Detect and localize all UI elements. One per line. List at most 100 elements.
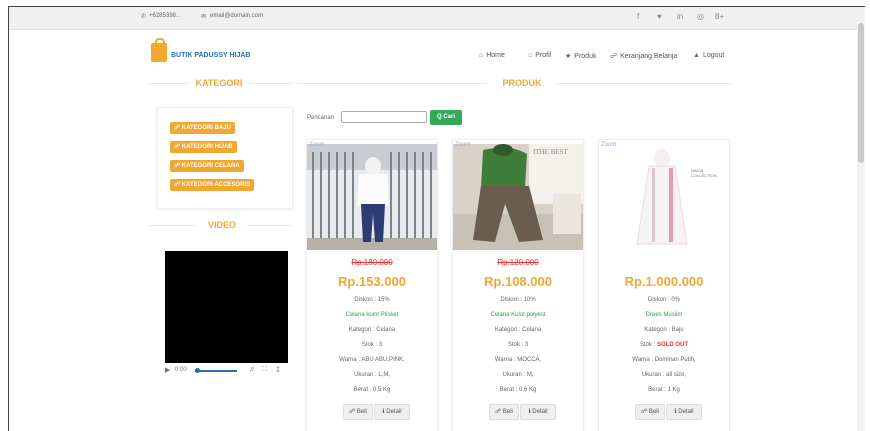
- shopping-bag-logo-icon[interactable]: [151, 38, 167, 62]
- nav-home[interactable]: ⌂ Home: [479, 52, 505, 59]
- color: Warna : Dominan Putih,: [632, 357, 696, 363]
- instagram-icon[interactable]: ◎: [697, 12, 704, 21]
- category: Kategori : Celana: [494, 327, 542, 333]
- stock: Stok : 3: [507, 342, 529, 348]
- zoom-link[interactable]: Zoom: [455, 142, 470, 148]
- old-price: Rp.120.000: [497, 258, 539, 267]
- price: Rp.153.000: [338, 274, 406, 289]
- googleplus-icon[interactable]: 8+: [715, 12, 724, 21]
- profile-icon: ⌂: [528, 52, 533, 59]
- detail-button[interactable]: ℹ Detail: [520, 404, 556, 420]
- svg-text:COLLECTION: COLLECTION: [691, 173, 717, 178]
- buy-button[interactable]: ☍ Beli: [635, 404, 665, 420]
- divider: [149, 83, 189, 84]
- category-celana-button[interactable]: ☍ KATEGORI CELANA: [170, 160, 244, 172]
- cart-icon: ☍: [641, 409, 649, 415]
- top-bar: ✆ +6285398... ✉ email@domain.com f ♥ in …: [9, 7, 865, 30]
- zoom-link[interactable]: Zoom: [601, 142, 616, 148]
- category-hijab-button[interactable]: ☍ KATEGORI HIJAB: [170, 141, 237, 153]
- cart-icon: ☍: [174, 125, 182, 131]
- produk-title: PRODUK: [502, 78, 542, 88]
- search-input[interactable]: [341, 111, 427, 123]
- product-card: ITHE BEST Zoom Rp.120.000 Rp.108.000 Dis…: [452, 139, 584, 431]
- product-card: NADIA COLLECTION Zoom Rp.1.000.000 Disko…: [598, 139, 730, 431]
- play-icon[interactable]: ▶: [165, 366, 170, 374]
- linkedin-icon[interactable]: in: [677, 12, 683, 21]
- detail-button[interactable]: ℹ Detail: [666, 404, 702, 420]
- star-icon: ★: [565, 53, 572, 60]
- download-icon[interactable]: ↧: [275, 366, 281, 374]
- buy-button[interactable]: ☍ Beli: [343, 404, 373, 420]
- zoom-link[interactable]: Zoom: [309, 142, 324, 148]
- color: Warna : MOCCA,: [494, 357, 542, 363]
- progress-handle[interactable]: [195, 368, 200, 373]
- video-controls: ▶ 0:00 ♬ ⛶ ↧: [165, 363, 288, 377]
- cart-icon: ☍: [349, 409, 357, 415]
- cart-icon: ☍: [174, 163, 182, 169]
- search-label: Pencarian: [307, 115, 335, 121]
- cart-icon: ☍: [610, 53, 618, 60]
- detail-button[interactable]: ℹ Detail: [374, 404, 410, 420]
- size: Ukuran : M,: [502, 372, 534, 378]
- discount: Diskon : 10%: [500, 297, 536, 303]
- sold-out-label: SOLD OUT: [657, 342, 688, 348]
- nav-keranjang[interactable]: ☍ Keranjang Belanja: [610, 52, 677, 60]
- divider: [249, 83, 293, 84]
- product-image[interactable]: [307, 144, 437, 250]
- kategori-title: KATEGORI: [195, 78, 243, 88]
- svg-text:ITHE BEST: ITHE BEST: [533, 148, 569, 156]
- category-panel: ☍ KATEGORI BAJU ☍ KATEGORI HIJAB ☍ KATEG…: [157, 107, 293, 209]
- weight: Berat : 1 Kg: [648, 387, 680, 393]
- brand-name[interactable]: BUTIK PADUSSY HIJAB: [171, 52, 250, 59]
- price: Rp.1.000.000: [624, 274, 704, 289]
- category: Kategori : Baju: [644, 327, 684, 333]
- size: Ukuran : all size,: [641, 372, 687, 378]
- scrollbar-thumb[interactable]: [858, 23, 864, 163]
- product-image[interactable]: ITHE BEST: [453, 144, 583, 250]
- browser-viewport: ✆ +6285398... ✉ email@domain.com f ♥ in …: [8, 6, 865, 431]
- phone-icon: ✆: [141, 14, 147, 20]
- discount: Diskon : 15%: [354, 297, 390, 303]
- cart-icon: ☍: [495, 409, 503, 415]
- facebook-icon[interactable]: f: [637, 12, 639, 21]
- divider: [297, 83, 487, 84]
- volume-icon[interactable]: ♬: [249, 366, 256, 373]
- fullscreen-icon[interactable]: ⛶: [262, 366, 267, 374]
- discount: Diskon : 0%: [647, 297, 680, 303]
- product-image[interactable]: NADIA COLLECTION: [599, 144, 729, 250]
- stock: Stok : 3: [361, 342, 383, 348]
- price: Rp.108.000: [484, 274, 552, 289]
- home-icon: ⌂: [479, 52, 484, 59]
- product-card: Zoom Rp.180.000 Rp.153.000 Diskon : 15% …: [306, 139, 438, 431]
- category: Kategori : Celana: [348, 327, 396, 333]
- nav-profil[interactable]: ⌂ Profil: [528, 52, 551, 59]
- old-price: Rp.180.000: [351, 258, 393, 267]
- phone-number: +6285398...: [149, 13, 181, 19]
- progress-track[interactable]: [195, 370, 237, 372]
- product-name[interactable]: Celana Kulot polyest: [453, 312, 583, 318]
- weight: Berat : 0.5 Kg: [353, 387, 391, 393]
- video-player[interactable]: [165, 251, 288, 363]
- weight: Berat : 0.6 Kg: [499, 387, 537, 393]
- scrollbar[interactable]: [857, 13, 865, 431]
- category-accesoris-button[interactable]: ☍ KATEGORI ACCESORIS: [170, 179, 255, 191]
- buy-button[interactable]: ☍ Beli: [489, 404, 519, 420]
- twitter-icon[interactable]: ♥: [657, 12, 662, 21]
- cart-icon: ☍: [174, 182, 182, 188]
- size: Ukuran : L,M,: [353, 372, 390, 378]
- email-icon: ✉: [201, 14, 207, 20]
- divider: [247, 225, 293, 226]
- email-address: email@domain.com: [210, 13, 264, 19]
- search-button[interactable]: Q Cari: [430, 110, 462, 125]
- nav-produk[interactable]: ★ Produk: [565, 52, 596, 60]
- user-icon: ▲: [693, 52, 700, 59]
- video-title: VIDEO: [207, 220, 236, 230]
- product-name[interactable]: Drees Muslim: [599, 312, 729, 318]
- category-baju-button[interactable]: ☍ KATEGORI BAJU: [170, 122, 235, 134]
- nav-logout[interactable]: ▲ Logout: [693, 52, 724, 59]
- video-time: 0:00: [175, 367, 187, 373]
- color: Warna : ABU ABU,PINK,: [339, 357, 405, 363]
- divider: [557, 83, 731, 84]
- product-name[interactable]: Celana kulot Plisket: [307, 312, 437, 318]
- divider: [149, 225, 197, 226]
